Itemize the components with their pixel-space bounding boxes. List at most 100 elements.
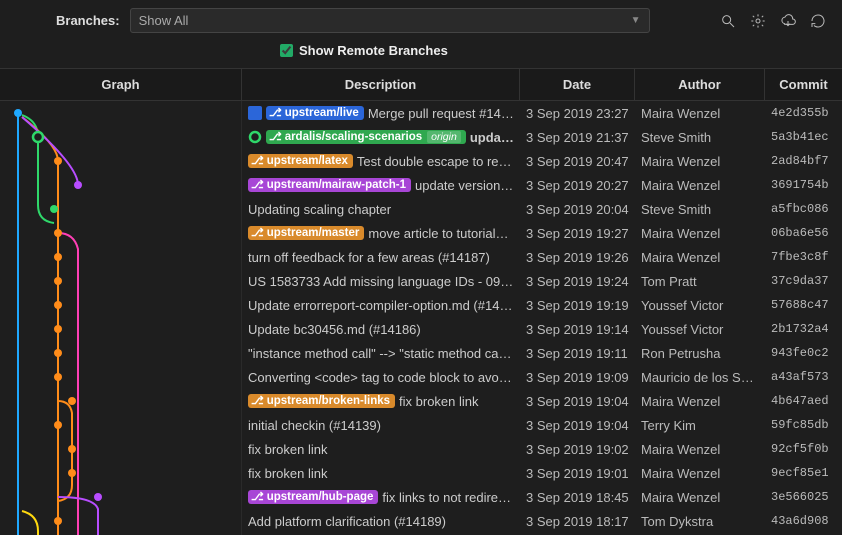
header-author[interactable]: Author <box>635 69 765 100</box>
commit-row[interactable]: ⎇upstream/hub-page fix links to not redir… <box>242 485 842 509</box>
commit-row[interactable]: turn off feedback for a few areas (#1418… <box>242 245 842 269</box>
branch-icon: ⎇ <box>269 108 282 119</box>
commit-date: 3 Sep 2019 20:47 <box>520 154 635 169</box>
commit-message: fix broken link <box>399 394 514 409</box>
branch-icon: ⎇ <box>251 492 264 503</box>
commit-message: update version… <box>415 178 514 193</box>
header-commit[interactable]: Commit <box>765 69 842 100</box>
gear-icon[interactable] <box>750 13 766 29</box>
commit-hash[interactable]: 92cf5f0b <box>765 442 842 456</box>
commit-hash[interactable]: 943fe0c2 <box>765 346 842 360</box>
commit-author: Maira Wenzel <box>635 394 765 409</box>
branch-label: upstream/master <box>267 227 360 239</box>
branch-label: upstream/live <box>285 107 359 119</box>
commit-message: Merge pull request #1419… <box>368 106 514 121</box>
commit-author: Maira Wenzel <box>635 226 765 241</box>
commit-date: 3 Sep 2019 19:19 <box>520 298 635 313</box>
commit-row[interactable]: ⎇ardalis/scaling-scenariosoriginupda…3 S… <box>242 125 842 149</box>
branch-tag[interactable]: ⎇upstream/latex <box>248 154 353 168</box>
commit-message: fix broken link <box>248 466 514 481</box>
commit-hash[interactable]: 3e566025 <box>765 490 842 504</box>
commit-date: 3 Sep 2019 20:04 <box>520 202 635 217</box>
commit-hash[interactable]: 2ad84bf7 <box>765 154 842 168</box>
table-header: Graph Description Date Author Commit <box>0 68 842 101</box>
commit-date: 3 Sep 2019 19:26 <box>520 250 635 265</box>
branches-value: Show All <box>139 13 189 28</box>
commit-row[interactable]: fix broken link3 Sep 2019 19:02Maira Wen… <box>242 437 842 461</box>
commit-description: ⎇upstream/live Merge pull request #1419… <box>242 106 520 121</box>
commit-message: Updating scaling chapter <box>248 202 514 217</box>
branch-icon: ⎇ <box>251 156 264 167</box>
header-description[interactable]: Description <box>242 69 520 100</box>
commit-row[interactable]: ⎇upstream/liveMerge pull request #1419…3… <box>242 101 842 125</box>
branches-dropdown[interactable]: Show All ▼ <box>130 8 650 33</box>
commit-hash[interactable]: 43a6d908 <box>765 514 842 528</box>
commit-row[interactable]: ⎇upstream/latex Test double escape to re…… <box>242 149 842 173</box>
commit-hash[interactable]: 59fc85db <box>765 418 842 432</box>
branch-tag[interactable]: ⎇ardalis/scaling-scenariosorigin <box>266 130 466 144</box>
graph-column <box>0 101 242 535</box>
commit-row[interactable]: "instance method call" --> "static metho… <box>242 341 842 365</box>
commit-hash[interactable]: 4b647aed <box>765 394 842 408</box>
commit-hash[interactable]: 57688c47 <box>765 298 842 312</box>
header-graph[interactable]: Graph <box>0 69 242 100</box>
branch-tag[interactable]: ⎇upstream/mairaw-patch-1 <box>248 178 411 192</box>
commit-date: 3 Sep 2019 19:02 <box>520 442 635 457</box>
head-ring-icon <box>248 130 262 144</box>
commit-row[interactable]: Add platform clarification (#14189)3 Sep… <box>242 509 842 533</box>
commit-hash[interactable]: 37c9da37 <box>765 274 842 288</box>
branch-tag[interactable]: ⎇upstream/master <box>248 226 364 240</box>
branch-tag[interactable]: ⎇upstream/hub-page <box>248 490 378 504</box>
commit-author: Youssef Victor <box>635 322 765 337</box>
commit-row[interactable]: Update errorreport-compiler-option.md (#… <box>242 293 842 317</box>
commit-description: ⎇upstream/latex Test double escape to re… <box>242 154 520 169</box>
commit-message: move article to tutorials… <box>368 226 514 241</box>
commit-author: Ron Petrusha <box>635 346 765 361</box>
commit-message: US 1583733 Add missing language IDs - 09… <box>248 274 514 289</box>
commit-date: 3 Sep 2019 19:14 <box>520 322 635 337</box>
commit-hash[interactable]: a43af573 <box>765 370 842 384</box>
commit-row[interactable]: initial checkin (#14139)3 Sep 2019 19:04… <box>242 413 842 437</box>
commit-row[interactable]: Updating scaling chapter 3 Sep 2019 20:04… <box>242 197 842 221</box>
commit-description: Updating scaling chapter <box>242 202 520 217</box>
branch-label: upstream/mairaw-patch-1 <box>267 179 406 191</box>
branch-label: upstream/broken-links <box>267 395 390 407</box>
commit-date: 3 Sep 2019 18:45 <box>520 490 635 505</box>
commit-row[interactable]: ⎇upstream/broken-linksfix broken link3 S… <box>242 389 842 413</box>
commit-message: turn off feedback for a few areas (#1418… <box>248 250 514 265</box>
commit-date: 3 Sep 2019 19:27 <box>520 226 635 241</box>
commit-message: Update bc30456.md (#14186) <box>248 322 514 337</box>
commit-row[interactable]: ⎇upstream/master move article to tutorial… <box>242 221 842 245</box>
refresh-icon[interactable] <box>810 13 826 29</box>
commit-date: 3 Sep 2019 18:17 <box>520 514 635 529</box>
commit-hash[interactable]: 3691754b <box>765 178 842 192</box>
branch-tag[interactable]: ⎇upstream/broken-links <box>248 394 395 408</box>
commit-hash[interactable]: 06ba6e56 <box>765 226 842 240</box>
search-icon[interactable] <box>720 13 736 29</box>
commit-hash[interactable]: 2b1732a4 <box>765 322 842 336</box>
commit-date: 3 Sep 2019 19:09 <box>520 370 635 385</box>
header-date[interactable]: Date <box>520 69 635 100</box>
commit-row[interactable]: ⎇upstream/mairaw-patch-1 update version… 3… <box>242 173 842 197</box>
commit-row[interactable]: Converting <code> tag to code block to a… <box>242 365 842 389</box>
commit-author: Maira Wenzel <box>635 250 765 265</box>
commit-row[interactable]: US 1583733 Add missing language IDs - 09… <box>242 269 842 293</box>
commit-hash[interactable]: 4e2d355b <box>765 106 842 120</box>
branch-icon: ⎇ <box>251 180 264 191</box>
branch-tag[interactable]: ⎇upstream/live <box>266 106 364 120</box>
branches-label: Branches: <box>56 13 120 28</box>
commit-message: fix links to not redire… <box>382 490 514 505</box>
chevron-down-icon: ▼ <box>631 15 641 26</box>
commit-row[interactable]: fix broken link3 Sep 2019 19:01Maira Wen… <box>242 461 842 485</box>
commit-description: ⎇upstream/master move article to tutorial… <box>242 226 520 241</box>
commit-hash[interactable]: 5a3b41ec <box>765 130 842 144</box>
branch-icon: ⎇ <box>269 132 282 143</box>
commit-author: Maira Wenzel <box>635 154 765 169</box>
commit-hash[interactable]: 9ecf85e1 <box>765 466 842 480</box>
commit-message: Test double escape to re… <box>357 154 514 169</box>
fetch-icon[interactable] <box>780 13 796 29</box>
commit-hash[interactable]: a5fbc086 <box>765 202 842 216</box>
show-remote-checkbox[interactable] <box>280 44 293 57</box>
commit-hash[interactable]: 7fbe3c8f <box>765 250 842 264</box>
commit-row[interactable]: Update bc30456.md (#14186) 3 Sep 2019 19:… <box>242 317 842 341</box>
